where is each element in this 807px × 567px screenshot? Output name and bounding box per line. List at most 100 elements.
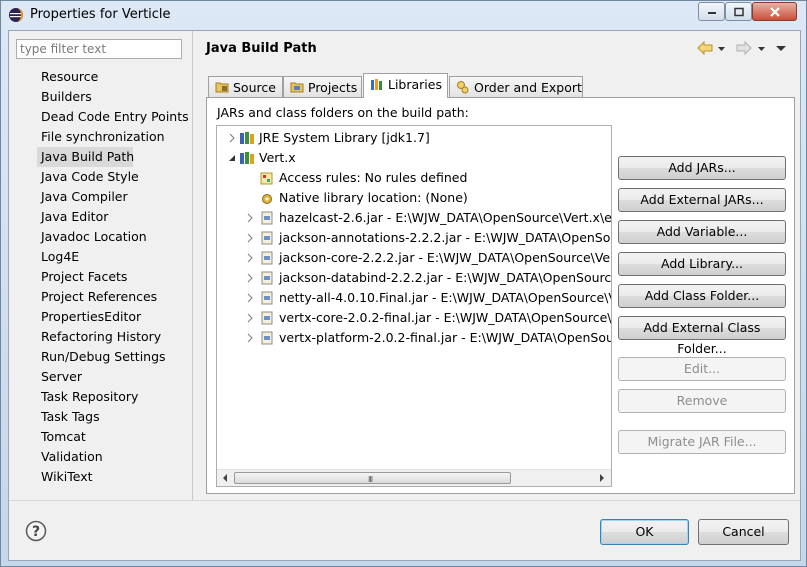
- filter-input[interactable]: [16, 39, 182, 59]
- forward-arrow-icon: [736, 40, 752, 56]
- source-folder-icon: [215, 82, 229, 93]
- window-title: Properties for Verticle: [30, 7, 171, 22]
- row-label: vertx-core-2.0.2-final.jar - E:\WJW_DATA…: [279, 310, 612, 325]
- back-button[interactable]: [697, 40, 713, 57]
- native-library-icon: [262, 194, 272, 204]
- back-menu-button[interactable]: [717, 41, 726, 57]
- tab-libraries[interactable]: Libraries: [363, 73, 448, 98]
- view-menu-icon: [776, 46, 786, 51]
- jar-icon: [261, 331, 273, 345]
- sidebar-item-properties-editor[interactable]: PropertiesEditor: [39, 307, 189, 327]
- sidebar-item-task-repository[interactable]: Task Repository: [39, 387, 189, 407]
- sidebar-item-java-code-style[interactable]: Java Code Style: [39, 167, 189, 187]
- sidebar-item-task-tags[interactable]: Task Tags: [39, 407, 189, 427]
- minimize-icon: [707, 11, 716, 14]
- cancel-button[interactable]: Cancel: [698, 519, 789, 545]
- tab-order-and-export-label: Order and Export: [474, 80, 582, 95]
- edit-button[interactable]: Edit...: [618, 357, 786, 381]
- row-label: netty-all-4.0.10.Final.jar - E:\WJW_DATA…: [279, 290, 612, 305]
- sidebar-item-resource[interactable]: Resource: [39, 67, 189, 87]
- row-label: vertx-platform-2.0.2-final.jar - E:\WJW_…: [279, 330, 612, 345]
- sidebar-item-java-build-path[interactable]: Java Build Path: [37, 147, 134, 167]
- migrate-jar-button[interactable]: Migrate JAR File...: [618, 430, 786, 454]
- close-button[interactable]: [752, 2, 797, 21]
- jar-icon: [261, 231, 273, 245]
- properties-dialog: Properties for Verticle Resource Builder…: [0, 0, 807, 567]
- title-bar[interactable]: Properties for Verticle: [1, 1, 806, 29]
- add-class-folder-button[interactable]: Add Class Folder...: [618, 284, 786, 308]
- maximize-icon: [733, 7, 744, 16]
- library-icon: [240, 132, 254, 144]
- row-label: jackson-core-2.2.2.jar - E:\WJW_DATA\Ope…: [279, 250, 612, 265]
- eclipse-icon: [9, 8, 23, 22]
- chevron-down-icon: [758, 47, 765, 51]
- add-external-class-folder-button[interactable]: Add External Class Folder...: [618, 316, 786, 356]
- expand-arrow-icon: [247, 333, 253, 343]
- expand-arrow-icon: [247, 253, 253, 263]
- expand-arrow-icon: [247, 313, 253, 323]
- view-menu-button[interactable]: [775, 41, 787, 57]
- chevron-down-icon: [718, 47, 725, 51]
- forward-button[interactable]: [736, 40, 752, 57]
- sidebar-item-javadoc-location[interactable]: Javadoc Location: [39, 227, 189, 247]
- scrollbar-thumb[interactable]: III: [234, 472, 511, 484]
- help-icon[interactable]: ?: [25, 520, 47, 542]
- row-label: Access rules: No rules defined: [279, 170, 468, 185]
- tab-projects[interactable]: Projects: [283, 76, 362, 98]
- close-icon: [769, 6, 780, 17]
- add-jars-button[interactable]: Add JARs...: [618, 156, 786, 180]
- sidebar-item-server[interactable]: Server: [39, 367, 189, 387]
- build-path-tree[interactable]: JRE System Library [jdk1.7] Vert.x Acces…: [216, 125, 612, 487]
- row-label: Vert.x: [259, 150, 296, 165]
- expand-arrow-icon: [229, 133, 235, 143]
- page-title: Java Build Path: [206, 41, 317, 56]
- projects-icon: [290, 82, 304, 93]
- jar-icon: [261, 311, 273, 325]
- sidebar-item-builders[interactable]: Builders: [39, 87, 189, 107]
- sidebar-item-tomcat[interactable]: Tomcat: [39, 427, 189, 447]
- sidebar-item-project-facets[interactable]: Project Facets: [39, 267, 189, 287]
- jar-icon: [261, 211, 273, 225]
- row-label: jackson-annotations-2.2.2.jar - E:\WJW_D…: [279, 230, 612, 245]
- sidebar-item-dead-code-entry-points[interactable]: Dead Code Entry Points: [39, 107, 189, 127]
- remove-button[interactable]: Remove: [618, 389, 786, 413]
- scrollbar-grip: III: [368, 475, 373, 484]
- row-label: JRE System Library [jdk1.7]: [259, 130, 430, 145]
- tab-source[interactable]: Source: [208, 76, 283, 98]
- scroll-left-icon: [223, 474, 227, 482]
- collapse-arrow-icon: [229, 155, 235, 161]
- sidebar-item-java-editor[interactable]: Java Editor: [39, 207, 189, 227]
- sidebar-item-java-compiler[interactable]: Java Compiler: [39, 187, 189, 207]
- library-icon: [240, 152, 254, 164]
- libraries-icon: [371, 79, 382, 90]
- svg-text:?: ?: [32, 524, 40, 540]
- add-external-jars-button[interactable]: Add External JARs...: [618, 188, 786, 212]
- build-path-caption: JARs and class folders on the build path…: [217, 105, 469, 120]
- row-label: jackson-databind-2.2.2.jar - E:\WJW_DATA…: [279, 270, 612, 285]
- sidebar-item-validation[interactable]: Validation: [39, 447, 189, 467]
- minimize-button[interactable]: [698, 2, 725, 21]
- back-arrow-icon: [697, 40, 713, 56]
- tab-order-and-export[interactable]: Order and Export: [449, 76, 583, 98]
- sidebar-item-log4e[interactable]: Log4E: [39, 247, 189, 267]
- add-library-button[interactable]: Add Library...: [618, 252, 786, 276]
- sidebar-item-file-synchronization[interactable]: File synchronization: [39, 127, 189, 147]
- maximize-button[interactable]: [725, 2, 752, 21]
- add-variable-button[interactable]: Add Variable...: [618, 220, 786, 244]
- scroll-right-icon: [600, 474, 604, 482]
- ok-button[interactable]: OK: [600, 519, 689, 545]
- property-pages-tree: Resource Builders Dead Code Entry Points…: [37, 67, 189, 487]
- sash-divider[interactable]: [192, 31, 193, 500]
- sidebar-item-project-references[interactable]: Project References: [39, 287, 189, 307]
- horizontal-scrollbar[interactable]: III: [217, 469, 611, 486]
- expand-arrow-icon: [247, 213, 253, 223]
- sidebar-item-run-debug-settings[interactable]: Run/Debug Settings: [39, 347, 189, 367]
- expand-arrow-icon: [247, 273, 253, 283]
- expand-arrow-icon: [247, 293, 253, 303]
- forward-menu-button[interactable]: [757, 41, 766, 57]
- sidebar-item-refactoring-history[interactable]: Refactoring History: [39, 327, 189, 347]
- expand-arrow-icon: [247, 233, 253, 243]
- sidebar-item-wikitext[interactable]: WikiText: [39, 467, 189, 487]
- dialog-client: Resource Builders Dead Code Entry Points…: [8, 30, 801, 561]
- order-export-icon: [457, 81, 469, 94]
